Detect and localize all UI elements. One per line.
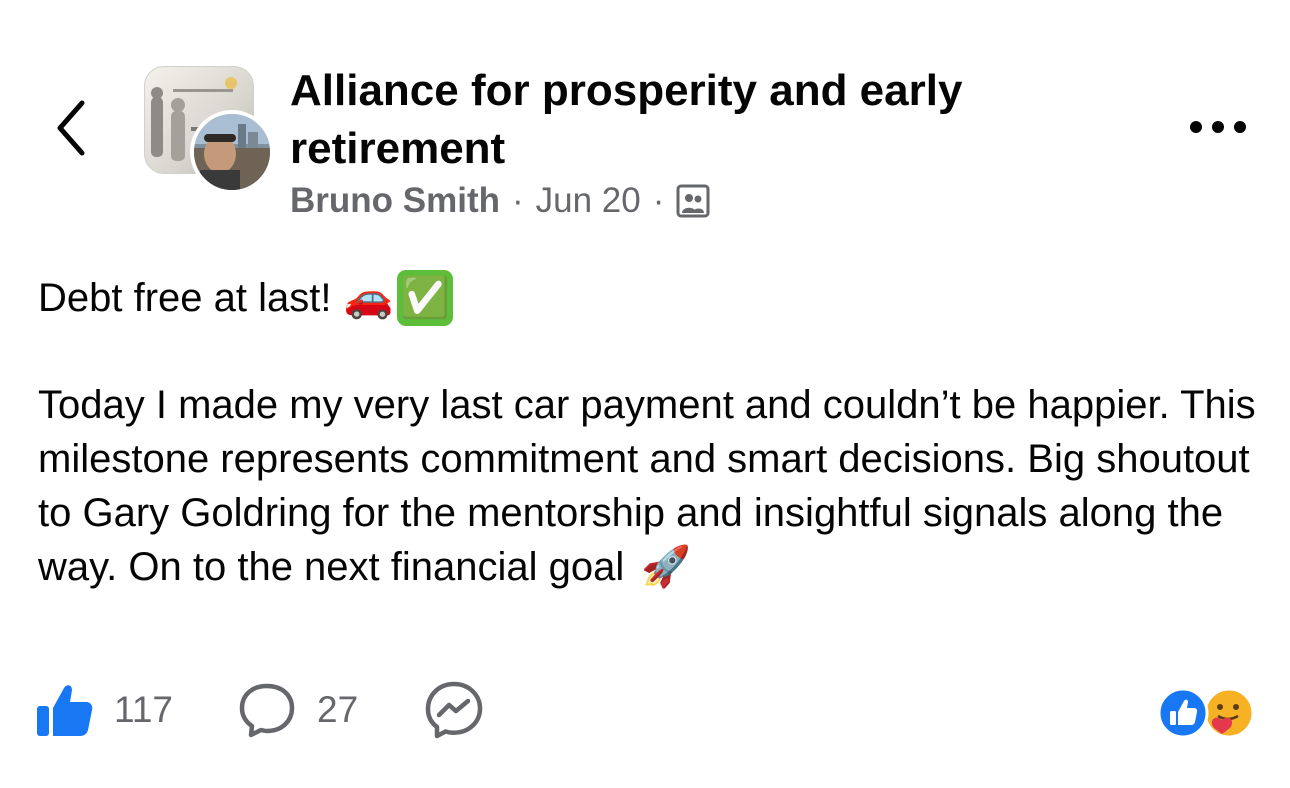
- group-name[interactable]: Alliance for prosperity and early retire…: [290, 62, 1050, 178]
- group-audience-icon: [676, 184, 710, 218]
- like-reaction-icon: [1157, 687, 1209, 739]
- post-date[interactable]: Jun 20: [536, 181, 641, 221]
- author-avatar[interactable]: [190, 110, 274, 194]
- comment-count: 27: [317, 689, 359, 730]
- like-button[interactable]: 117: [34, 680, 173, 740]
- post-title: Debt free at last! 🚗 ✅: [38, 268, 454, 328]
- meta-separator: ·: [652, 181, 665, 220]
- comment-button[interactable]: 27: [237, 680, 358, 740]
- post-body: Today I made my very last car payment an…: [38, 378, 1258, 594]
- post-meta: Bruno Smith · Jun 20 ·: [290, 178, 710, 224]
- meta-separator: ·: [511, 181, 524, 220]
- back-chevron-icon: [57, 100, 85, 156]
- like-thumb-icon: [37, 685, 93, 736]
- post-actions: 117 27: [34, 678, 550, 742]
- check-mark-emoji: ✅: [397, 270, 454, 326]
- more-options-button[interactable]: [1186, 112, 1250, 142]
- author-photo: [194, 114, 270, 190]
- rocket-emoji: 🚀: [641, 545, 692, 589]
- post-title-text: Debt free at last!: [38, 276, 332, 320]
- more-dots-icon: [1190, 121, 1246, 133]
- care-reaction-icon: [1203, 687, 1255, 739]
- back-button[interactable]: [50, 95, 94, 161]
- like-count: 117: [114, 689, 173, 730]
- messenger-icon: [425, 681, 483, 739]
- car-emoji: 🚗: [343, 276, 394, 320]
- reaction-summary[interactable]: [1156, 686, 1256, 740]
- author-name[interactable]: Bruno Smith: [290, 181, 500, 221]
- send-button[interactable]: [422, 678, 486, 742]
- comment-bubble-icon: [239, 683, 295, 738]
